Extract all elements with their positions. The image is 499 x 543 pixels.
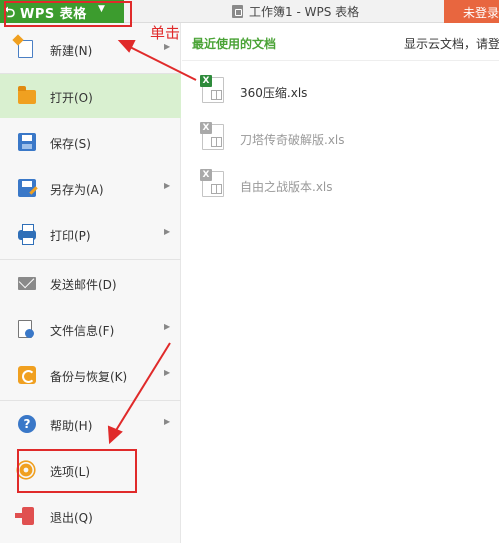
help-icon — [18, 415, 36, 433]
submenu-arrow-icon: ▶ — [164, 181, 171, 190]
menu-divider — [0, 259, 181, 260]
recent-file-name: 360压缩.xls — [240, 86, 308, 100]
menu-item-print[interactable]: 打印(P) ▶ — [0, 212, 181, 256]
annotation-box-app-menu — [4, 1, 132, 27]
menu-item-save[interactable]: 保存(S) — [0, 120, 181, 164]
menu-item-label: 另存为(A) — [50, 183, 104, 197]
login-button[interactable]: 未登录 — [444, 0, 499, 23]
document-icon — [232, 5, 243, 18]
submenu-arrow-icon: ▶ — [164, 322, 171, 331]
menu-item-label: 帮助(H) — [50, 419, 93, 433]
recent-documents-panel: 最近使用的文档 显示云文档，请登录 X 360压缩.xls X 刀塔传奇破解版.… — [182, 23, 499, 543]
menu-item-label: 退出(Q) — [50, 511, 93, 525]
menu-item-label: 打印(P) — [50, 229, 91, 243]
recent-file-name: 刀塔传奇破解版.xls — [240, 133, 345, 147]
excel-file-icon: X — [200, 122, 224, 150]
submenu-arrow-icon: ▶ — [164, 42, 171, 51]
annotation-box-options — [17, 449, 137, 493]
recent-file-item[interactable]: X 360压缩.xls — [200, 75, 482, 109]
recent-documents-title: 最近使用的文档 — [192, 37, 277, 51]
save-as-icon — [18, 179, 36, 197]
mail-icon — [18, 277, 36, 290]
menu-divider — [0, 400, 181, 401]
menu-item-label: 发送邮件(D) — [50, 278, 117, 292]
menu-item-send-mail[interactable]: 发送邮件(D) — [0, 261, 181, 305]
menu-item-label: 保存(S) — [50, 137, 91, 151]
new-icon — [18, 40, 33, 58]
recent-documents-header: 最近使用的文档 显示云文档，请登录 — [182, 23, 499, 61]
printer-icon — [18, 224, 36, 245]
excel-file-icon: X — [200, 169, 224, 197]
document-title-text: 工作簿1 - WPS 表格 — [249, 5, 360, 19]
recent-file-name: 自由之战版本.xls — [240, 180, 333, 194]
menu-item-label: 文件信息(F) — [50, 324, 115, 338]
menu-item-open[interactable]: 打开(O) — [0, 74, 181, 118]
annotation-click-text: 单击 — [150, 24, 181, 42]
excel-file-icon: X — [200, 75, 224, 103]
menu-item-label: 打开(O) — [50, 91, 93, 105]
menu-item-label: 备份与恢复(K) — [50, 370, 128, 384]
menu-item-file-info[interactable]: 文件信息(F) ▶ — [0, 307, 181, 351]
file-info-icon — [18, 320, 34, 338]
backup-icon — [18, 366, 36, 384]
exit-icon — [15, 507, 34, 525]
menu-item-save-as[interactable]: 另存为(A) ▶ — [0, 166, 181, 210]
submenu-arrow-icon: ▶ — [164, 417, 171, 426]
submenu-arrow-icon: ▶ — [164, 368, 171, 377]
folder-open-icon — [18, 86, 36, 104]
save-icon — [18, 133, 36, 151]
recent-file-item[interactable]: X 刀塔传奇破解版.xls — [200, 122, 482, 156]
menu-item-help[interactable]: 帮助(H) ▶ — [0, 402, 181, 446]
show-cloud-docs-link[interactable]: 显示云文档，请登录 — [404, 35, 499, 52]
submenu-arrow-icon: ▶ — [164, 227, 171, 236]
menu-item-label: 新建(N) — [50, 44, 93, 58]
menu-item-exit[interactable]: 退出(Q) — [0, 494, 181, 538]
document-title: 工作簿1 - WPS 表格 — [232, 3, 359, 20]
menu-item-backup[interactable]: 备份与恢复(K) ▶ — [0, 353, 181, 397]
recent-file-item[interactable]: X 自由之战版本.xls — [200, 169, 482, 203]
